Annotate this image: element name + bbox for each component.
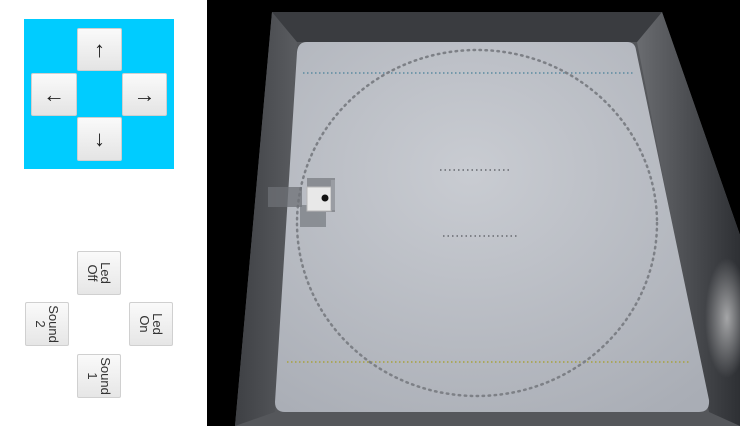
led-off-label: Led Off (85, 262, 113, 284)
led-off-button[interactable]: Led Off (77, 251, 121, 295)
sound-2-button[interactable]: Sound 2 (25, 302, 69, 346)
3d-viewport[interactable] (207, 0, 740, 426)
arena-top-wall (272, 12, 662, 42)
led-on-button[interactable]: Led On (129, 302, 173, 346)
up-arrow-button[interactable]: ↑ (77, 28, 122, 71)
arena-scene (235, 12, 740, 426)
sound-1-label: Sound 1 (85, 357, 113, 395)
arena-floor (275, 42, 710, 412)
left-arrow-button[interactable]: ← (31, 73, 77, 116)
control-panel: ↑ ← → ↓ Led Off Sound 2 Led On Sound 1 (0, 0, 207, 426)
down-arrow-button[interactable]: ↓ (77, 117, 122, 161)
sound-2-label: Sound 2 (33, 305, 61, 343)
sound-1-button[interactable]: Sound 1 (77, 354, 121, 398)
robot-led (321, 194, 329, 202)
right-arrow-button[interactable]: → (122, 73, 167, 116)
led-on-label: Led On (137, 313, 165, 335)
